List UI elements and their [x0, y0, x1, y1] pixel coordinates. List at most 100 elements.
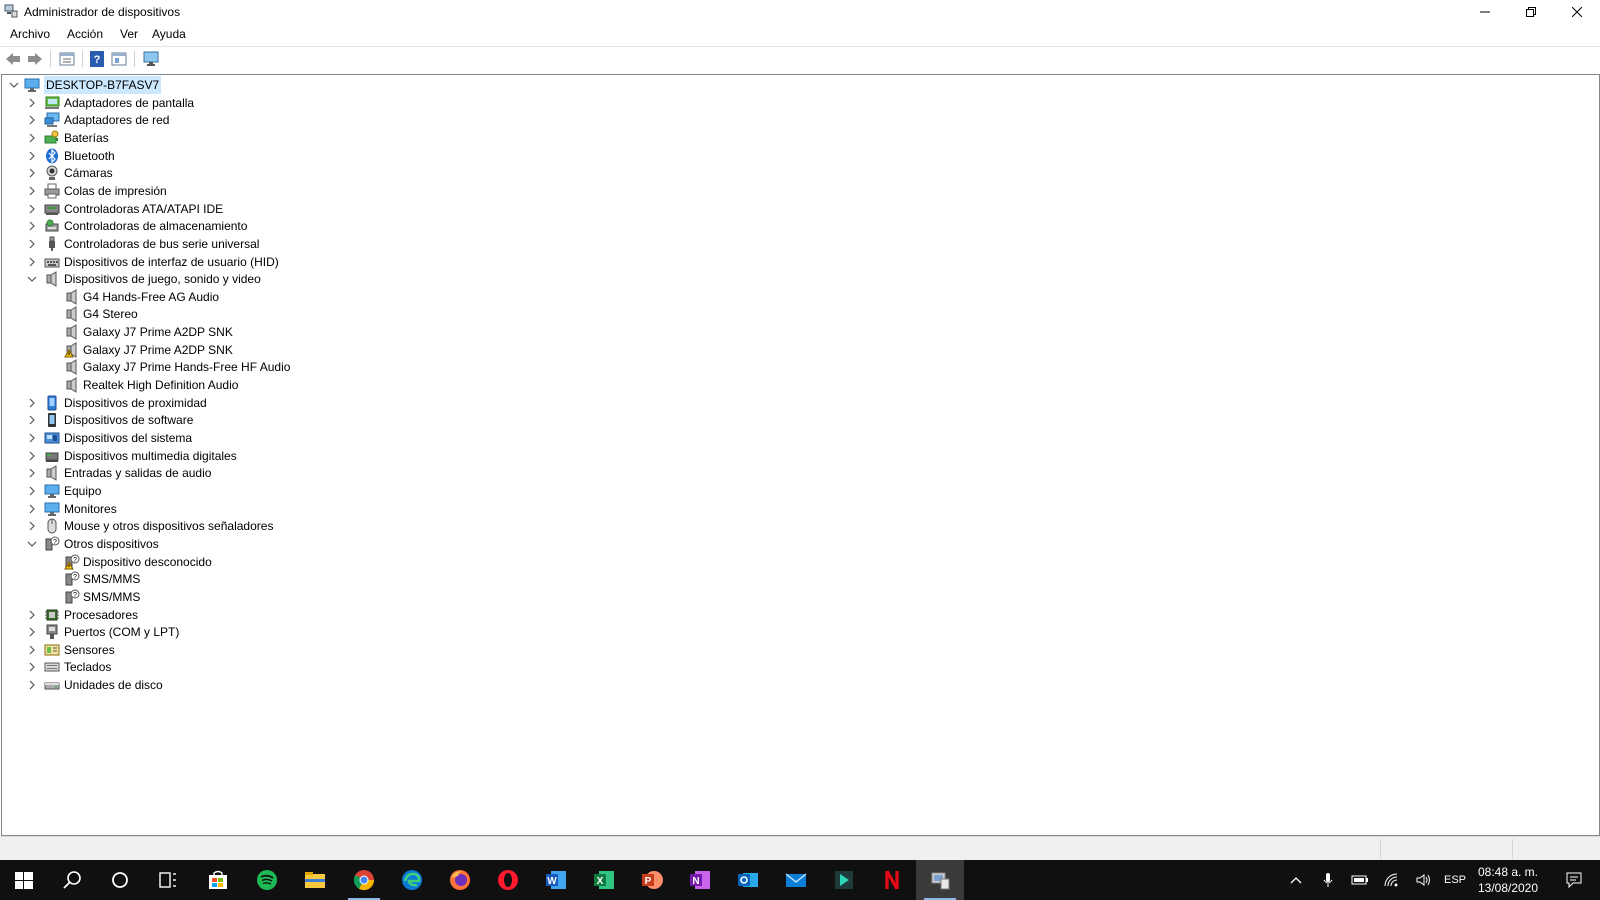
tree-category[interactable]: Dispositivos de interfaz de usuario (HID… [2, 253, 1592, 271]
tree-category[interactable]: Procesadores [2, 606, 1592, 624]
expand-chevron-icon[interactable] [26, 220, 38, 232]
tree-device[interactable]: Realtek High Definition Audio [2, 376, 1592, 394]
tree-category[interactable]: Dispositivos de proximidad [2, 394, 1592, 412]
cortana-taskbar-button[interactable] [96, 860, 144, 900]
expand-chevron-icon[interactable] [26, 520, 38, 532]
tree-category[interactable]: Puertos (COM y LPT) [2, 623, 1592, 641]
tree-device[interactable]: Galaxy J7 Prime A2DP SNK [2, 323, 1592, 341]
search-taskbar-button[interactable] [48, 860, 96, 900]
tree-category[interactable]: ? Otros dispositivos [2, 535, 1592, 553]
outlook-taskbar-button[interactable] [724, 860, 772, 900]
menu-ayuda[interactable]: Ayuda [152, 27, 186, 41]
tree-category[interactable]: Equipo [2, 482, 1592, 500]
expand-chevron-icon[interactable] [26, 150, 38, 162]
expand-chevron-icon[interactable] [26, 432, 38, 444]
restore-button[interactable] [1508, 0, 1554, 24]
tree-category[interactable]: Sensores [2, 641, 1592, 659]
tree-device[interactable]: G4 Stereo [2, 305, 1592, 323]
firefox-taskbar-button[interactable] [436, 860, 484, 900]
mail-taskbar-button[interactable] [772, 860, 820, 900]
expand-chevron-icon[interactable] [26, 467, 38, 479]
tree-category[interactable]: Baterías [2, 129, 1592, 147]
expand-chevron-icon[interactable] [26, 167, 38, 179]
properties-button[interactable] [58, 51, 76, 67]
windows-start-taskbar-button[interactable] [0, 860, 48, 900]
collapse-chevron-icon[interactable] [26, 273, 38, 285]
help-button[interactable]: ? [88, 51, 106, 67]
netflix-taskbar-button[interactable] [868, 860, 916, 900]
expand-chevron-icon[interactable] [26, 626, 38, 638]
menu-archivo[interactable]: Archivo [10, 27, 50, 41]
tree-device[interactable]: ? SMS/MMS [2, 570, 1592, 588]
expand-chevron-icon[interactable] [26, 414, 38, 426]
network-button[interactable] [1380, 860, 1404, 900]
show-hidden-icons-button[interactable] [1284, 860, 1308, 900]
tree-category[interactable]: Controladoras de bus serie universal [2, 235, 1592, 253]
spotify-taskbar-button[interactable] [243, 860, 291, 900]
expand-chevron-icon[interactable] [26, 485, 38, 497]
expand-chevron-icon[interactable] [26, 397, 38, 409]
tree-category[interactable]: Dispositivos de juego, sonido y video [2, 270, 1592, 288]
tree-device[interactable]: ? Dispositivo desconocido [2, 553, 1592, 571]
expand-chevron-icon[interactable] [26, 644, 38, 656]
expand-chevron-icon[interactable] [26, 256, 38, 268]
expand-chevron-icon[interactable] [26, 609, 38, 621]
collapse-chevron-icon[interactable] [26, 538, 38, 550]
expand-chevron-icon[interactable] [26, 238, 38, 250]
tree-category[interactable]: Dispositivos de software [2, 411, 1592, 429]
tree-category[interactable]: Controladoras ATA/ATAPI IDE [2, 200, 1592, 218]
tree-category[interactable]: Teclados [2, 658, 1592, 676]
expand-chevron-icon[interactable] [26, 114, 38, 126]
chrome-taskbar-button[interactable] [340, 860, 388, 900]
tree-category[interactable]: Mouse y otros dispositivos señaladores [2, 517, 1592, 535]
filmora-taskbar-button[interactable] [820, 860, 868, 900]
back-button[interactable] [4, 51, 22, 67]
word-taskbar-button[interactable]: W [532, 860, 580, 900]
minimize-button[interactable] [1462, 0, 1508, 24]
excel-taskbar-button[interactable]: X [580, 860, 628, 900]
tree-device[interactable]: Galaxy J7 Prime A2DP SNK [2, 341, 1592, 359]
edge-taskbar-button[interactable] [388, 860, 436, 900]
device-tree[interactable]: DESKTOP-B7FASV7 Adaptadores de pantalla Ad… [1, 74, 1600, 836]
menu-ver[interactable]: Ver [120, 27, 138, 41]
close-button[interactable] [1554, 0, 1600, 24]
tree-category[interactable]: Colas de impresión [2, 182, 1592, 200]
device-manager-taskbar-button[interactable] [916, 860, 964, 900]
expand-chevron-icon[interactable] [26, 132, 38, 144]
opera-taskbar-button[interactable] [484, 860, 532, 900]
tree-category[interactable]: Dispositivos multimedia digitales [2, 447, 1592, 465]
tree-device[interactable]: G4 Hands-Free AG Audio [2, 288, 1592, 306]
collapse-chevron-icon[interactable] [8, 79, 20, 91]
update-driver-button[interactable] [110, 51, 128, 67]
expand-chevron-icon[interactable] [26, 97, 38, 109]
powerpoint-taskbar-button[interactable]: P [628, 860, 676, 900]
microphone-button[interactable] [1316, 860, 1340, 900]
scan-hardware-button[interactable] [142, 51, 160, 67]
tree-category[interactable]: Entradas y salidas de audio [2, 464, 1592, 482]
tree-category[interactable]: Adaptadores de red [2, 111, 1592, 129]
task-view-taskbar-button[interactable] [144, 860, 192, 900]
tree-category[interactable]: Cámaras [2, 164, 1592, 182]
forward-button[interactable] [26, 51, 44, 67]
tree-category[interactable]: Controladoras de almacenamiento [2, 217, 1592, 235]
store-taskbar-button[interactable] [194, 860, 242, 900]
volume-button[interactable] [1412, 860, 1436, 900]
file-explorer-taskbar-button[interactable] [291, 860, 339, 900]
tree-category[interactable]: Bluetooth [2, 147, 1592, 165]
expand-chevron-icon[interactable] [26, 203, 38, 215]
clock[interactable]: 08:48 a. m. 13/08/2020 [1468, 864, 1548, 896]
tree-category[interactable]: Monitores [2, 500, 1592, 518]
expand-chevron-icon[interactable] [26, 679, 38, 691]
expand-chevron-icon[interactable] [26, 661, 38, 673]
language-indicator[interactable]: ESP [1440, 860, 1470, 900]
battery-button[interactable] [1348, 860, 1372, 900]
tree-device[interactable]: ? SMS/MMS [2, 588, 1592, 606]
onenote-taskbar-button[interactable]: N [676, 860, 724, 900]
expand-chevron-icon[interactable] [26, 450, 38, 462]
action-center-button[interactable] [1556, 860, 1592, 900]
expand-chevron-icon[interactable] [26, 503, 38, 515]
tree-category[interactable]: Unidades de disco [2, 676, 1592, 694]
tree-device[interactable]: Galaxy J7 Prime Hands-Free HF Audio [2, 358, 1592, 376]
tree-category[interactable]: Dispositivos del sistema [2, 429, 1592, 447]
tree-root[interactable]: DESKTOP-B7FASV7 [2, 76, 1592, 94]
